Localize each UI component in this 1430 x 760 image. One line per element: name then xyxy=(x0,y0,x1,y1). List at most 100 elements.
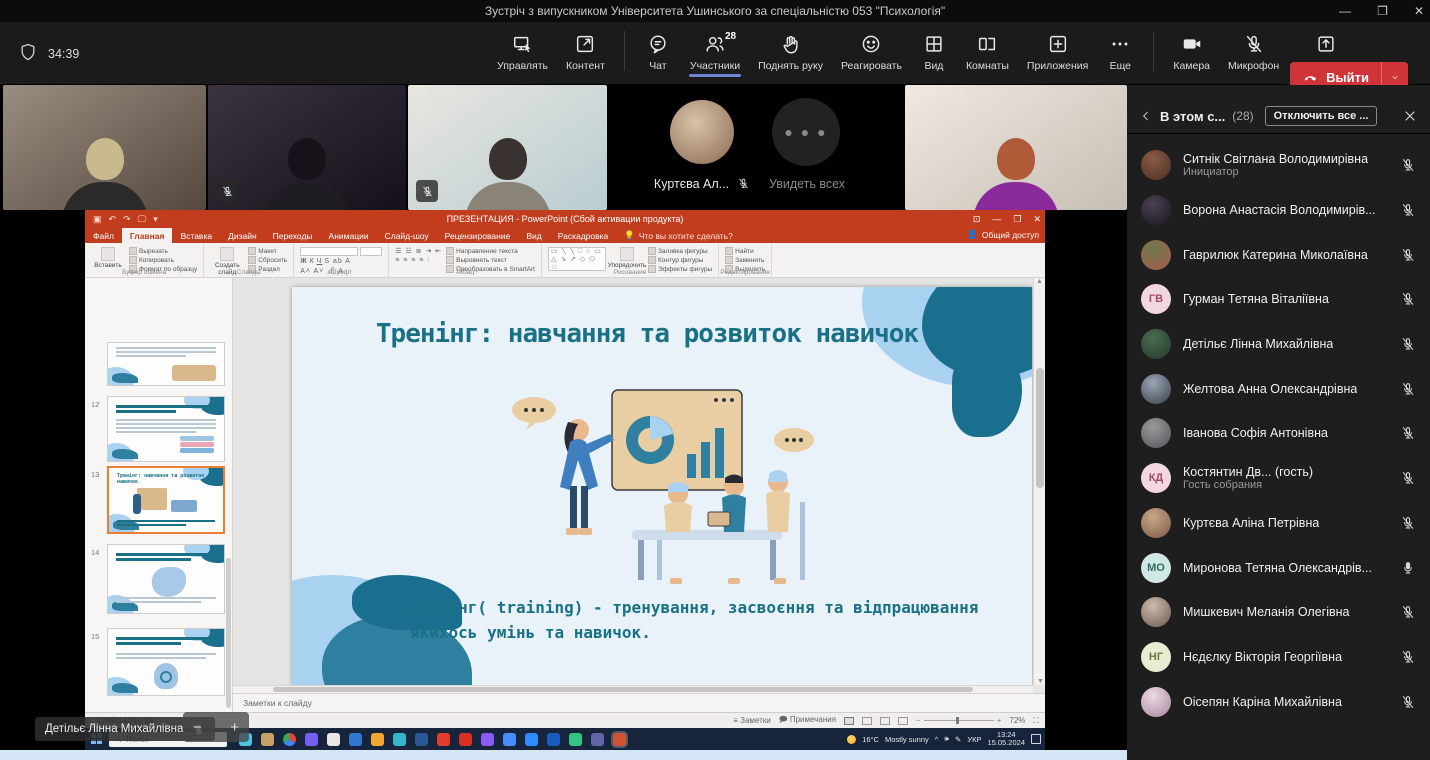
taskbar-app-icon-5[interactable] xyxy=(349,732,362,746)
participant-row[interactable]: Мишкевич Меланія Олегівна xyxy=(1127,590,1430,635)
see-all-button[interactable]: ● ● ● xyxy=(772,98,840,166)
participant-row[interactable]: Куртєва Аліна Петрівна xyxy=(1127,501,1430,546)
participant-row[interactable]: Ситнік Світлана Володимирівна Инициатор xyxy=(1127,143,1430,188)
ribbon-options-icon[interactable]: ⊡ xyxy=(973,214,981,225)
ppt-tab-5[interactable]: Анимации xyxy=(321,228,377,243)
reading-view-icon[interactable] xyxy=(880,716,891,725)
mute-all-button[interactable]: Отключить все ... xyxy=(1264,106,1378,126)
ribbon-item[interactable]: Макет xyxy=(248,247,287,255)
slideshow-view-icon[interactable] xyxy=(898,716,909,725)
mic-off-icon[interactable] xyxy=(1400,336,1416,352)
toolbar-button-manage[interactable]: Управлять xyxy=(488,27,557,74)
comments-toggle[interactable]: 🗩 Примечания xyxy=(779,714,836,728)
ppt-tab-0[interactable]: Файл xyxy=(85,228,122,243)
ppt-tab-6[interactable]: Слайд-шоу xyxy=(377,228,437,243)
taskbar-app-icon-3[interactable] xyxy=(305,732,318,746)
slides-scrollbar[interactable] xyxy=(226,558,231,708)
ribbon-item[interactable]: Копировать xyxy=(129,256,197,264)
normal-view-icon[interactable] xyxy=(844,716,855,725)
weather-icon[interactable] xyxy=(847,734,857,744)
ppt-notes-bar[interactable]: Заметки к слайду xyxy=(233,693,1045,712)
taskbar-app-icon-16[interactable] xyxy=(591,732,604,746)
mic-off-icon[interactable] xyxy=(1400,202,1416,218)
toolbar-button-smiley[interactable]: Реагировать xyxy=(832,27,911,74)
mic-off-icon[interactable] xyxy=(1400,649,1416,665)
participant-row[interactable]: Детільє Лінна Михайлівна xyxy=(1127,322,1430,367)
taskbar-app-icon-10[interactable] xyxy=(459,732,472,746)
participant-row[interactable]: Іванова Софія Антонівна xyxy=(1127,411,1430,456)
avatar[interactable] xyxy=(670,100,734,164)
participant-row[interactable]: КД Костянтин Дв... (гость) Гость собрани… xyxy=(1127,456,1430,501)
taskbar-app-icon-8[interactable] xyxy=(415,732,428,746)
participant-row[interactable]: НГ Нєдєлку Вікторія Георгіївна xyxy=(1127,635,1430,680)
ppt-tab-2[interactable]: Вставка xyxy=(172,228,220,243)
taskbar-app-icon-14[interactable] xyxy=(547,732,560,746)
tellme-box[interactable]: 💡 Что вы хотите сделать? xyxy=(616,228,741,243)
participant-row[interactable]: Гаврилюк Катерина Миколаївна xyxy=(1127,232,1430,277)
taskbar-app-icon-17[interactable] xyxy=(611,730,628,748)
weather-temp[interactable]: 16°C xyxy=(862,735,879,744)
notes-toggle[interactable]: ≡ Заметки xyxy=(733,716,771,725)
mic-on-icon[interactable] xyxy=(1400,560,1416,576)
zoom-in-button[interactable]: + xyxy=(230,719,239,736)
back-chevron-icon[interactable] xyxy=(1139,109,1153,123)
mic-off-icon[interactable] xyxy=(1400,425,1416,441)
horizontal-scrollbar[interactable] xyxy=(233,685,1033,693)
video-tile[interactable] xyxy=(905,85,1127,210)
sorter-view-icon[interactable] xyxy=(862,716,873,725)
ribbon-item[interactable]: Заменить xyxy=(725,256,765,264)
ppt-tab-8[interactable]: Вид xyxy=(518,228,549,243)
taskbar-app-icon-9[interactable] xyxy=(437,732,450,746)
mic-off-icon[interactable] xyxy=(1400,604,1416,620)
ppt-tab-3[interactable]: Дизайн xyxy=(220,228,265,243)
toolbar-button-hand[interactable]: Поднять руку xyxy=(749,27,832,74)
participant-row[interactable]: ГВ Гурман Тетяна Віталіївна xyxy=(1127,277,1430,322)
participant-row[interactable]: Ворона Анастасія Володимирів... xyxy=(1127,188,1430,233)
ribbon-item[interactable]: Направление текста xyxy=(446,247,535,255)
toolbar-button-grid[interactable]: Вид xyxy=(911,27,957,74)
zoom-slider[interactable]: − + xyxy=(916,716,1001,725)
ribbon-item[interactable]: Заливка фигуры xyxy=(648,247,712,255)
taskbar-app-icon-12[interactable] xyxy=(503,732,516,746)
taskbar-app-icon-11[interactable] xyxy=(481,732,494,746)
restore-icon[interactable]: ❐ xyxy=(1377,4,1388,18)
video-tile[interactable] xyxy=(208,85,406,210)
ribbon-item[interactable]: Контур фигуры xyxy=(648,256,712,264)
mic-off-icon[interactable] xyxy=(1400,515,1416,531)
ppt-tab-7[interactable]: Рецензирование xyxy=(437,228,519,243)
taskbar-app-icon-1[interactable] xyxy=(261,732,274,746)
slide-thumbnail-12[interactable] xyxy=(107,396,225,462)
ribbon-item[interactable]: Сбросить xyxy=(248,256,287,264)
ppt-close-icon[interactable]: ✕ xyxy=(1033,214,1041,225)
participant-row[interactable]: МО Миронова Тетяна Олександрів... xyxy=(1127,545,1430,590)
mic-off-icon[interactable] xyxy=(1400,381,1416,397)
toolbar-button-more[interactable]: Еще xyxy=(1097,27,1143,74)
toolbar-button-chat[interactable]: Чат xyxy=(635,27,681,74)
slide-thumbnail-14[interactable] xyxy=(107,544,225,614)
taskbar-app-icon-7[interactable] xyxy=(393,732,406,746)
ppt-tab-4[interactable]: Переходы xyxy=(265,228,321,243)
ppt-restore-icon[interactable]: ❐ xyxy=(1013,214,1021,225)
slide-thumbnail-15[interactable] xyxy=(107,628,225,696)
weather-desc[interactable]: Mostly sunny xyxy=(885,735,929,744)
fit-slide-icon[interactable]: ⛶ xyxy=(1033,716,1039,726)
toolbar-button-camera[interactable]: Камера xyxy=(1164,27,1219,74)
video-tile[interactable] xyxy=(408,85,607,210)
panel-close-icon[interactable] xyxy=(1402,108,1418,124)
toolbar-button-people[interactable]: 28 Участники xyxy=(681,27,749,77)
mic-off-icon[interactable] xyxy=(1400,470,1416,486)
ppt-share-button[interactable]: 👤 Общий доступ xyxy=(967,229,1039,240)
mic-off-icon[interactable] xyxy=(1400,247,1416,263)
ppt-minimize-icon[interactable]: — xyxy=(992,214,1001,224)
slide-thumbnail-partial[interactable] xyxy=(107,342,225,386)
taskbar-app-icon-4[interactable] xyxy=(327,732,340,746)
toolbar-button-rooms[interactable]: Комнаты xyxy=(957,27,1018,74)
zoom-level[interactable]: 72% xyxy=(1009,716,1025,725)
taskbar-app-icon-2[interactable] xyxy=(283,732,296,746)
slide-thumbnail-13[interactable]: Тренінг: навчання та розвиток навичок xyxy=(107,466,225,534)
mic-off-icon[interactable] xyxy=(1400,157,1416,173)
speaker-icon[interactable]: 🕪 xyxy=(944,734,949,744)
pen-icon[interactable]: ✎ xyxy=(955,735,961,744)
mic-off-icon[interactable] xyxy=(1400,694,1416,710)
participant-row[interactable]: Желтова Анна Олександрівна xyxy=(1127,366,1430,411)
